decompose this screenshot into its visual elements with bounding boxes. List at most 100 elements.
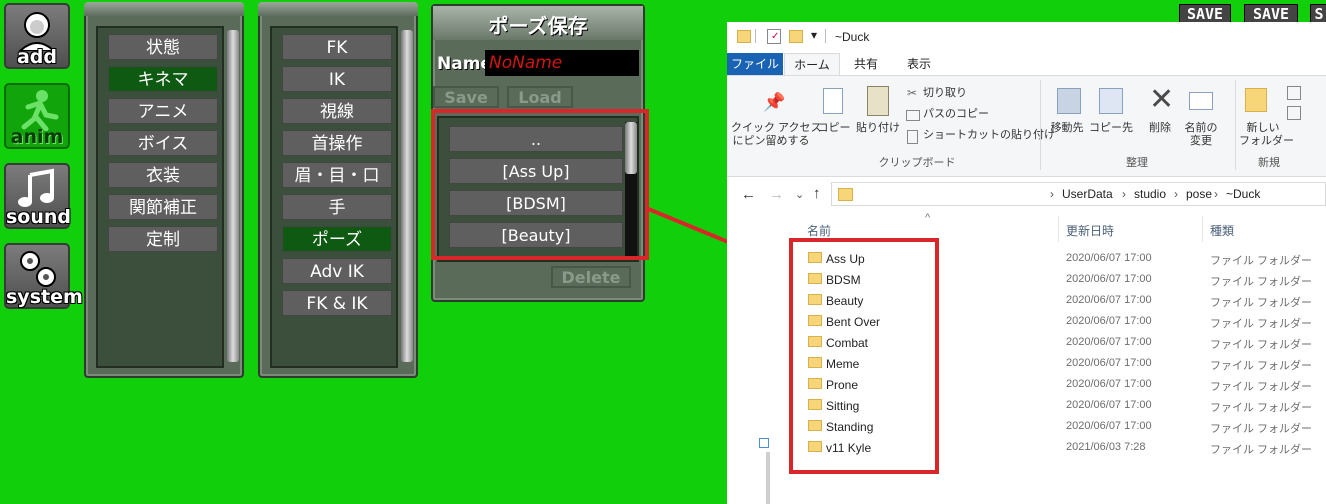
easy-access-icon[interactable] bbox=[1287, 106, 1301, 120]
paste-icon bbox=[867, 86, 889, 116]
add-button[interactable]: add bbox=[4, 3, 70, 69]
menu-item-pose[interactable]: ポーズ bbox=[282, 226, 392, 252]
category-panel: 状態 キネマ アニメ ボイス 衣装 関節補正 定制 bbox=[84, 2, 244, 378]
system-label: system bbox=[6, 286, 83, 308]
nav-pane-scrollbar[interactable] bbox=[766, 452, 770, 504]
file-date: 2020/06/07 17:00 bbox=[1066, 420, 1152, 432]
tab-view[interactable]: 表示 bbox=[899, 53, 939, 75]
file-type: ファイル フォルダー bbox=[1210, 318, 1313, 330]
delete-x-icon: ✕ bbox=[1149, 83, 1175, 116]
breadcrumb-duck[interactable]: ~Duck bbox=[1226, 187, 1260, 201]
forward-arrow-icon[interactable]: → bbox=[769, 186, 784, 203]
separator bbox=[1040, 80, 1041, 170]
menu-item-neck[interactable]: 首操作 bbox=[282, 130, 392, 156]
menu-item-clothes[interactable]: 衣装 bbox=[108, 162, 218, 188]
menu-item-face[interactable]: 眉・目・口 bbox=[282, 162, 392, 188]
organize-group-label: 整理 bbox=[1126, 157, 1148, 169]
copy-path-button[interactable]: パスのコピー bbox=[923, 108, 989, 121]
anim-button[interactable]: anim bbox=[4, 83, 70, 149]
system-button[interactable]: system bbox=[4, 243, 83, 309]
column-name-header[interactable]: 名前 bbox=[807, 222, 831, 239]
menu-item-adv-ik[interactable]: Adv IK bbox=[282, 258, 392, 284]
up-arrow-icon[interactable]: ↑ bbox=[813, 185, 821, 202]
breadcrumb-studio[interactable]: studio bbox=[1134, 187, 1166, 201]
panel-header bbox=[258, 2, 418, 16]
copy-icon bbox=[823, 88, 843, 114]
separator bbox=[1235, 80, 1236, 170]
new-folder-icon bbox=[1245, 88, 1267, 112]
file-type: ファイル フォルダー bbox=[1210, 381, 1313, 393]
name-input[interactable]: NoName bbox=[485, 50, 639, 76]
kinematics-scrollbar[interactable] bbox=[401, 30, 413, 362]
menu-item-voice[interactable]: ボイス bbox=[108, 130, 218, 156]
file-type: ファイル フォルダー bbox=[1210, 360, 1313, 372]
file-type: ファイル フォルダー bbox=[1210, 255, 1313, 267]
kinematics-panel: FK IK 視線 首操作 眉・目・口 手 ポーズ Adv IK FK & IK bbox=[258, 2, 418, 378]
menu-item-anime[interactable]: アニメ bbox=[108, 98, 218, 124]
category-list: 状態 キネマ アニメ ボイス 衣装 関節補正 定制 bbox=[96, 26, 224, 368]
ribbon: 📌 クイック アクセス にピン留めする コピー 貼り付け ✂ 切り取り パスのコ… bbox=[727, 75, 1326, 177]
file-date: 2020/06/07 17:00 bbox=[1066, 315, 1152, 327]
highlight-box-pose-list bbox=[431, 109, 649, 260]
menu-item-ik[interactable]: IK bbox=[282, 66, 392, 92]
tab-file[interactable]: ファイル bbox=[727, 53, 783, 75]
save-button[interactable]: Save bbox=[433, 86, 499, 108]
delete-file-button[interactable]: 削除 bbox=[1143, 122, 1177, 135]
sort-arrow-icon: ^ bbox=[925, 212, 931, 224]
address-bar[interactable]: › UserData › studio › pose › ~Duck bbox=[831, 182, 1326, 206]
tab-share[interactable]: 共有 bbox=[847, 53, 885, 75]
column-divider[interactable] bbox=[1058, 216, 1059, 242]
panel-header bbox=[84, 2, 244, 16]
new-folder-quick-icon[interactable] bbox=[789, 30, 803, 43]
menu-item-gaze[interactable]: 視線 bbox=[282, 98, 392, 124]
menu-item-kinematics[interactable]: キネマ bbox=[108, 66, 218, 92]
breadcrumb-pose[interactable]: pose bbox=[1186, 187, 1212, 201]
column-date-header[interactable]: 更新日時 bbox=[1066, 222, 1114, 239]
menu-item-hand[interactable]: 手 bbox=[282, 194, 392, 220]
dropdown-icon[interactable]: ▾ bbox=[811, 28, 817, 42]
highlight-box-file-list bbox=[789, 238, 939, 474]
menu-item-custom[interactable]: 定制 bbox=[108, 226, 218, 252]
column-divider[interactable] bbox=[1202, 216, 1203, 242]
copy-path-icon bbox=[906, 110, 920, 121]
file-date: 2020/06/07 17:00 bbox=[1066, 336, 1152, 348]
paste-button[interactable]: 貼り付け bbox=[853, 122, 903, 135]
menu-item-state[interactable]: 状態 bbox=[108, 34, 218, 60]
delete-button[interactable]: Delete bbox=[551, 266, 631, 288]
category-scrollbar[interactable] bbox=[227, 30, 239, 362]
pin-quick-access-button[interactable]: クイック アクセス にピン留めする bbox=[731, 122, 822, 148]
person-icon bbox=[18, 12, 56, 51]
sound-button[interactable]: sound bbox=[4, 163, 71, 229]
menu-item-fk-ik[interactable]: FK & IK bbox=[282, 290, 392, 316]
recent-locations-icon[interactable]: ⌄ bbox=[795, 188, 804, 201]
cut-button[interactable]: 切り取り bbox=[923, 87, 967, 100]
file-type: ファイル フォルダー bbox=[1210, 297, 1313, 309]
load-button[interactable]: Load bbox=[507, 86, 573, 108]
file-type: ファイル フォルダー bbox=[1210, 402, 1313, 414]
file-date: 2020/06/07 17:00 bbox=[1066, 294, 1152, 306]
paste-shortcut-button[interactable]: ショートカットの貼り付け bbox=[923, 129, 1055, 142]
tab-home[interactable]: ホーム bbox=[784, 53, 840, 75]
copy-button[interactable]: コピー bbox=[817, 122, 851, 135]
breadcrumb-separator: › bbox=[1214, 187, 1218, 201]
new-folder-button[interactable]: 新しい フォルダー bbox=[1239, 122, 1294, 148]
file-type: ファイル フォルダー bbox=[1210, 423, 1313, 435]
file-type: ファイル フォルダー bbox=[1210, 444, 1313, 456]
file-type: ファイル フォルダー bbox=[1210, 276, 1313, 288]
back-arrow-icon[interactable]: ← bbox=[741, 186, 756, 203]
copy-to-icon bbox=[1099, 88, 1123, 114]
copy-to-button[interactable]: コピー先 bbox=[1089, 122, 1133, 135]
new-item-icon[interactable] bbox=[1287, 86, 1301, 100]
music-note-icon bbox=[18, 168, 54, 207]
move-to-button[interactable]: 移動先 bbox=[1047, 122, 1087, 135]
properties-icon[interactable]: ✓ bbox=[767, 29, 781, 44]
file-date: 2021/06/03 7:28 bbox=[1066, 441, 1146, 453]
menu-item-fk[interactable]: FK bbox=[282, 34, 392, 60]
rename-button[interactable]: 名前の 変更 bbox=[1179, 122, 1223, 148]
running-man-icon bbox=[21, 90, 59, 131]
folder-icon bbox=[838, 188, 853, 201]
window-title: ~Duck bbox=[835, 30, 870, 44]
menu-item-joint-correction[interactable]: 関節補正 bbox=[108, 194, 218, 220]
breadcrumb-userdata[interactable]: UserData bbox=[1062, 187, 1113, 201]
column-type-header[interactable]: 種類 bbox=[1210, 222, 1234, 239]
